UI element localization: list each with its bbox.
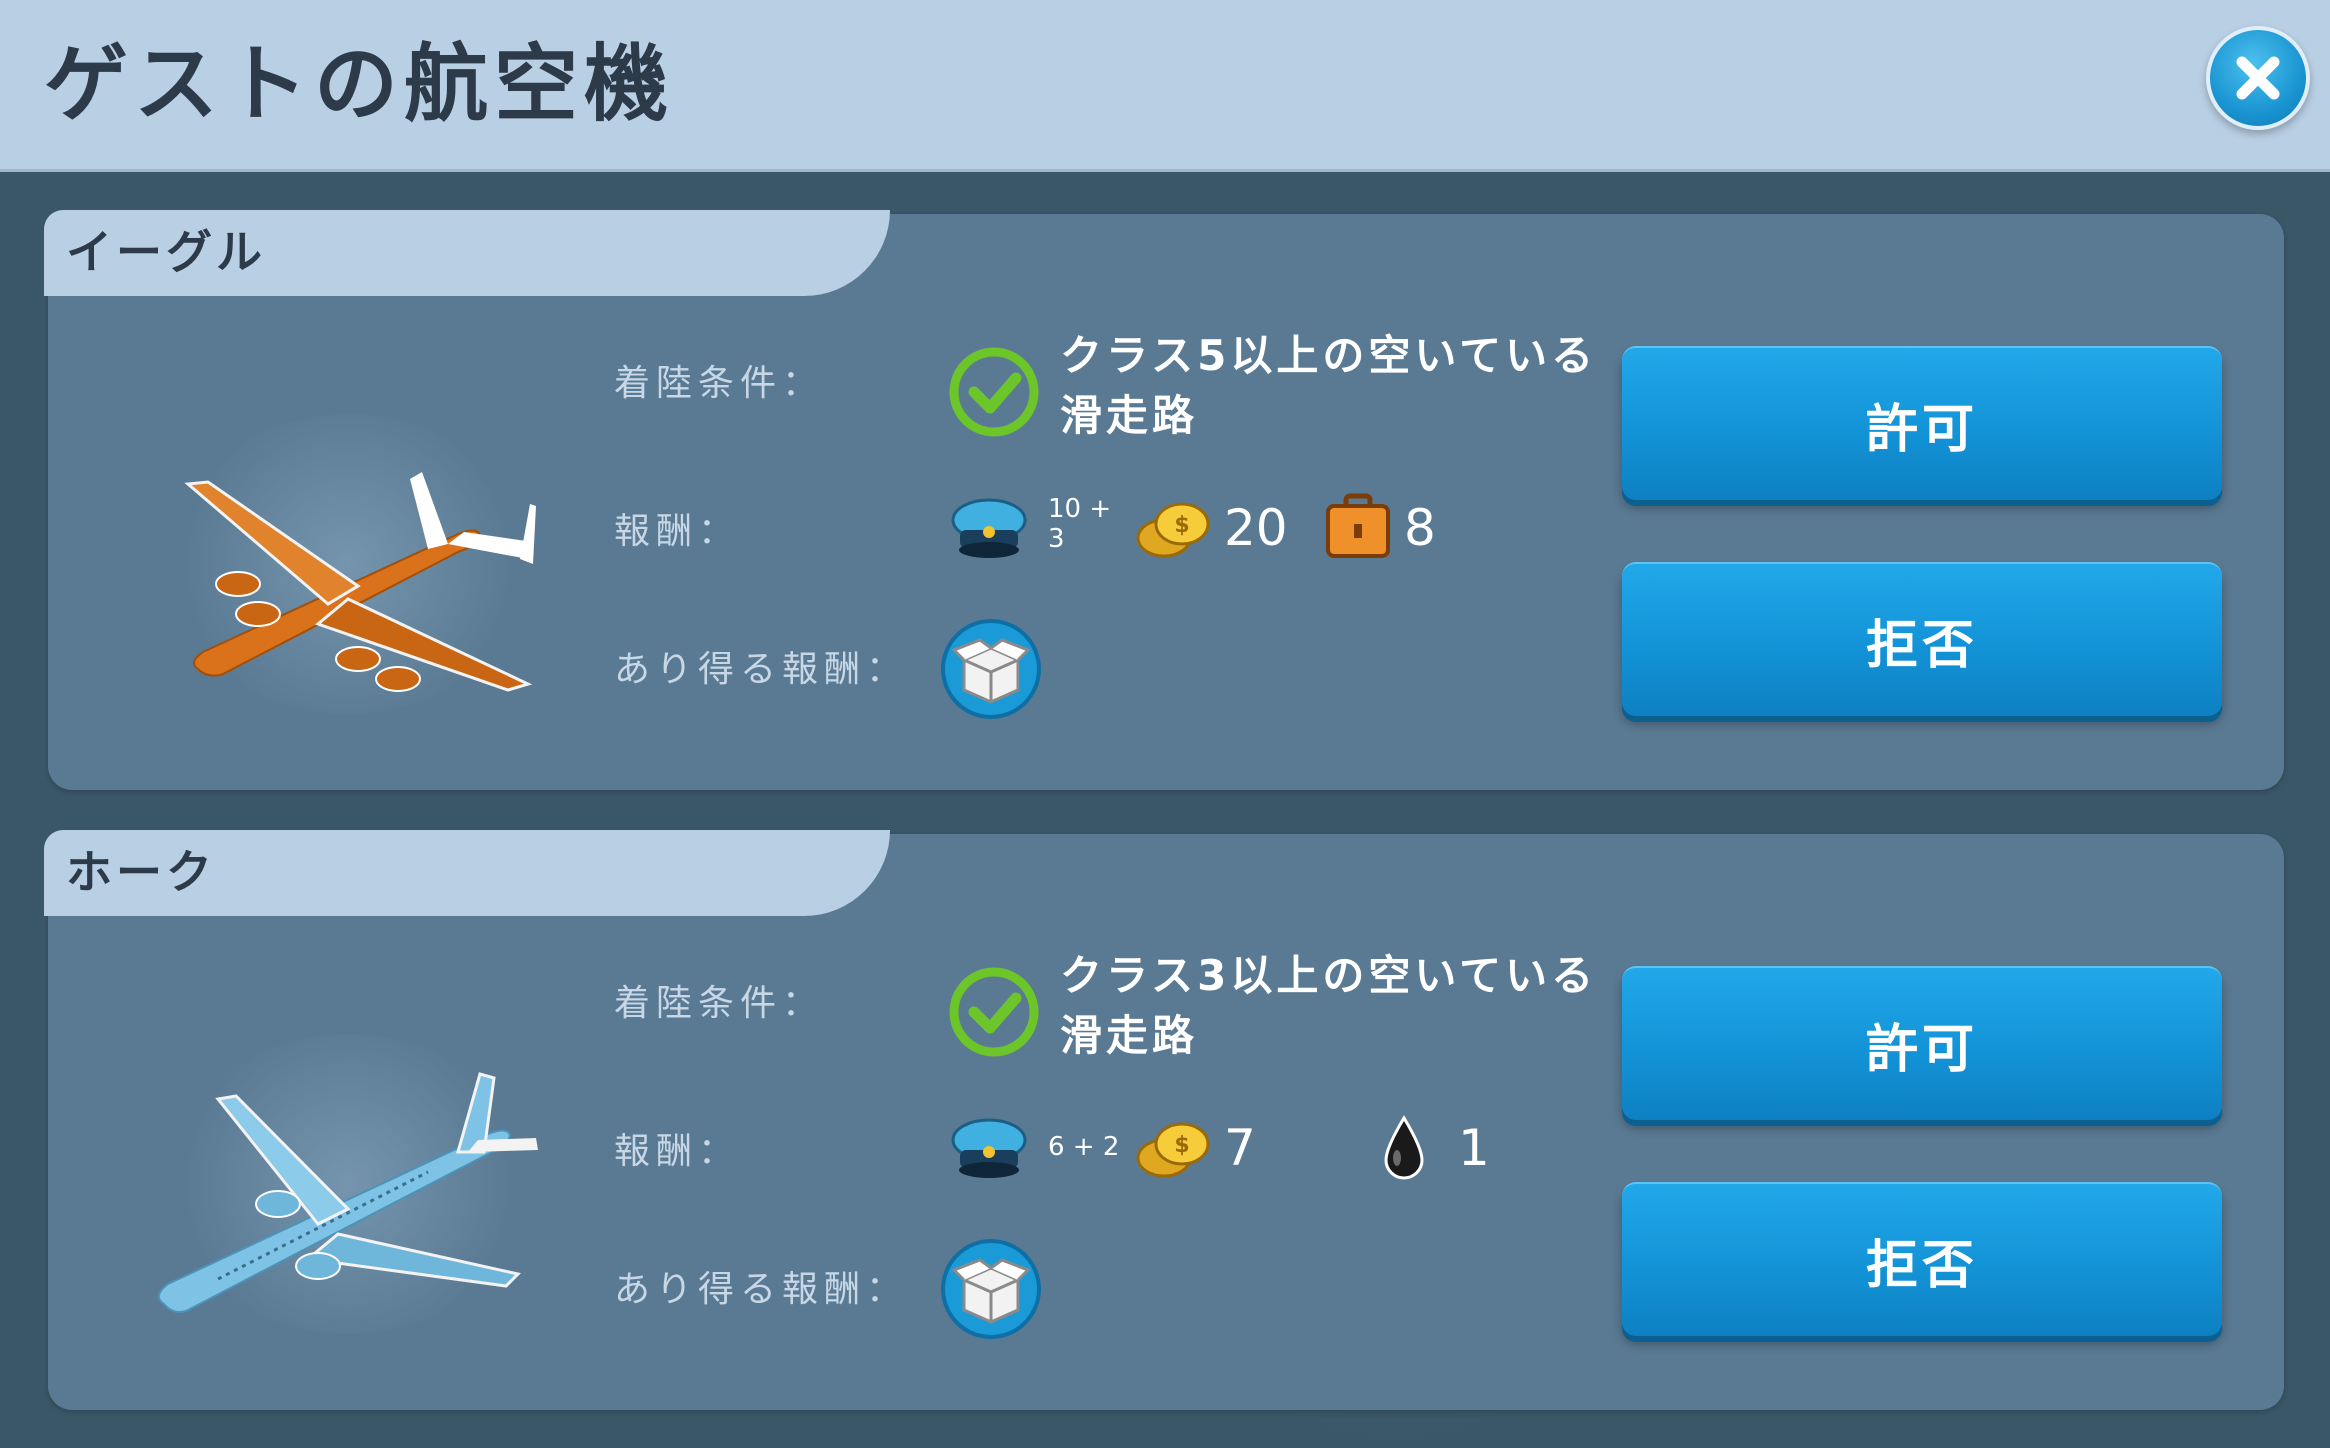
coin-reward: 20 [1224,499,1288,557]
plane-image-hawk [128,974,558,1354]
landing-condition-label: 着陸条件： [614,983,825,1024]
check-icon [949,967,1039,1057]
svg-text:$: $ [1174,1133,1189,1158]
reward-label: 報酬： [614,1131,741,1172]
landing-condition-text: クラス5以上の空いている滑走路 [1060,331,1598,440]
reject-button[interactable]: 拒否 [1622,1182,2222,1336]
possible-reward-label: あり得る報酬： [614,649,909,690]
coins-icon: $ [1136,1122,1210,1178]
mystery-box-icon[interactable] [940,1238,1042,1340]
card-tab: イーグル [44,210,890,296]
pilot-reward-base: 10 + [1048,494,1112,524]
card-tab: ホーク [44,830,890,916]
guest-plane-card-eagle: イーグル 着陸条件： クラス5以上の空いている滑走路 報酬： 10 + 3 $ … [44,210,2284,790]
accept-button[interactable]: 許可 [1622,966,2222,1120]
plane-image-eagle [128,354,558,734]
page-title: ゲストの航空機 [44,35,675,133]
landing-condition-label: 着陸条件： [614,363,825,404]
close-button[interactable] [2206,26,2310,130]
coins-icon: $ [1136,502,1210,558]
guest-plane-card-hawk: ホーク 着陸条件： クラス3以上の空いている滑走路 報酬： 6 + 2 $ 7 … [44,830,2284,1410]
svg-text:$: $ [1174,513,1189,538]
landing-condition-text: クラス3以上の空いている滑走路 [1060,951,1598,1060]
pilot-hat-icon [951,1118,1027,1178]
check-icon [949,347,1039,437]
suitcase-icon [1326,493,1390,558]
oil-drop-icon [1384,1115,1424,1180]
mystery-box-icon[interactable] [940,618,1042,720]
reject-button[interactable]: 拒否 [1622,562,2222,716]
plane-name: ホーク [66,845,216,899]
pilot-reward-base: 6 + 2 [1048,1132,1120,1162]
third-reward: 8 [1404,499,1436,557]
pilot-hat-icon [951,498,1027,558]
pilot-reward-bonus: 3 [1048,524,1065,554]
possible-reward-label: あり得る報酬： [614,1269,909,1310]
reward-label: 報酬： [614,511,741,552]
accept-button[interactable]: 許可 [1622,346,2222,500]
coin-reward: 7 [1224,1119,1256,1177]
close-icon [2236,56,2280,100]
third-reward: 1 [1458,1119,1490,1177]
plane-name: イーグル [66,225,266,279]
dialog-header: ゲストの航空機 [0,0,2330,172]
